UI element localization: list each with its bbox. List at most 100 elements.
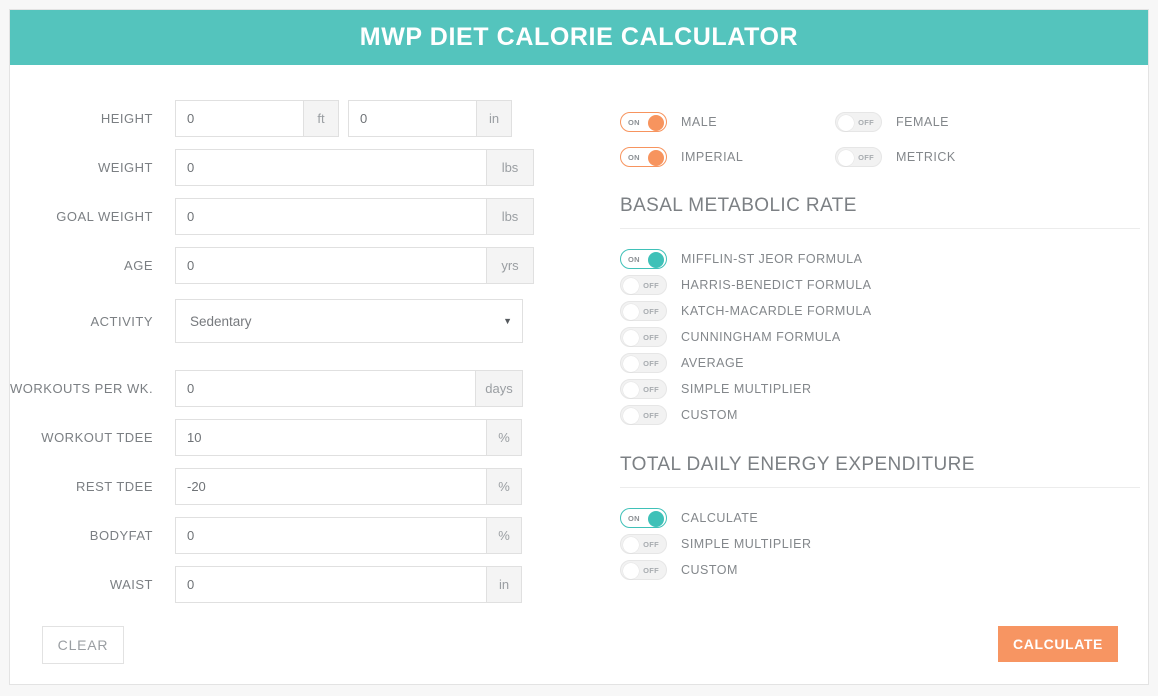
height-feet-input[interactable] (175, 100, 303, 137)
toggle-tdee-simple-multiplier-knob (623, 537, 639, 553)
weight-group: lbs (175, 149, 534, 186)
height-inches-group: in (348, 100, 512, 137)
toggle-average-knob (623, 356, 639, 372)
toggle-katch-macardle-knob (623, 304, 639, 320)
label-rest-tdee: REST TDEE (76, 479, 153, 494)
toggle-imperial-state: ON (628, 153, 640, 162)
bmr-option-average: OFF AVERAGE (620, 350, 1140, 376)
toggle-female-label: FEMALE (896, 115, 950, 129)
workouts-input[interactable] (175, 370, 475, 407)
toggle-tdee-custom-knob (623, 563, 639, 579)
tdee-option-simple-multiplier: OFF SIMPLE MULTIPLIER (620, 531, 1140, 557)
bmr-option-custom: OFF CUSTOM (620, 402, 1140, 428)
workout-tdee-suffix: % (486, 419, 522, 456)
bmr-label-mifflin: MIFFLIN-ST JEOR FORMULA (681, 252, 863, 266)
toggle-metric-wrap: OFF METRICK (835, 147, 956, 167)
toggle-male-wrap: ON MALE (620, 112, 835, 132)
tdee-label-calculate: CALCULATE (681, 511, 759, 525)
waist-input[interactable] (175, 566, 486, 603)
toggle-bmr-custom-state: OFF (643, 411, 659, 420)
waist-suffix: in (486, 566, 522, 603)
section-heading-bmr: BASAL METABOLIC RATE (620, 195, 1140, 229)
clear-button[interactable]: CLEAR (42, 626, 124, 664)
bmr-label-custom: CUSTOM (681, 408, 738, 422)
toggle-katch-macardle-state: OFF (643, 307, 659, 316)
label-height: HEIGHT (100, 111, 153, 126)
app-root: MWP DIET CALORIE CALCULATOR HEIGHT ft in (0, 0, 1158, 696)
toggle-tdee-calculate[interactable]: ON (620, 508, 667, 528)
toggle-harris-benedict[interactable]: OFF (620, 275, 667, 295)
height-inches-input[interactable] (348, 100, 476, 137)
label-waist: WAIST (109, 577, 153, 592)
bmr-label-harris-benedict: HARRIS-BENEDICT FORMULA (681, 278, 872, 292)
calculate-button[interactable]: CALCULATE (998, 626, 1118, 662)
tdee-option-calculate: ON CALCULATE (620, 505, 1140, 531)
workout-tdee-group: % (175, 419, 522, 456)
tdee-label-custom: CUSTOM (681, 563, 738, 577)
weight-suffix: lbs (486, 149, 534, 186)
workout-tdee-input[interactable] (175, 419, 486, 456)
toggle-bmr-simple-multiplier-state: OFF (643, 385, 659, 394)
weight-input[interactable] (175, 149, 486, 186)
bmr-label-simple-multiplier: SIMPLE MULTIPLIER (681, 382, 812, 396)
toggle-cunningham[interactable]: OFF (620, 327, 667, 347)
toggle-male-knob (648, 115, 664, 131)
tdee-option-custom: OFF CUSTOM (620, 557, 1140, 583)
toggle-female-wrap: OFF FEMALE (835, 112, 949, 132)
form-body: HEIGHT ft in WEIGHT lbs (10, 66, 1148, 684)
workouts-group: days (175, 370, 523, 407)
field-row-bodyfat: BODYFAT % (10, 517, 590, 554)
toggle-tdee-calculate-state: ON (628, 514, 640, 523)
toggle-tdee-custom[interactable]: OFF (620, 560, 667, 580)
label-workout-tdee: WORKOUT TDEE (41, 430, 153, 445)
toggle-female[interactable]: OFF (835, 112, 882, 132)
units-toggle-row: ON IMPERIAL OFF METRICK (620, 145, 1140, 169)
toggle-mifflin-knob (648, 252, 664, 268)
toggle-cunningham-state: OFF (643, 333, 659, 342)
activity-select[interactable]: Sedentary (175, 299, 523, 343)
toggle-metric[interactable]: OFF (835, 147, 882, 167)
bmr-option-katch-macardle: OFF KATCH-MACARDLE FORMULA (620, 298, 1140, 324)
height-feet-group: ft (175, 100, 339, 137)
toggle-tdee-simple-multiplier[interactable]: OFF (620, 534, 667, 554)
toggle-tdee-calculate-knob (648, 511, 664, 527)
activity-select-wrap: Sedentary ▼ (175, 299, 523, 343)
field-row-height: HEIGHT ft in (10, 100, 590, 137)
bmr-option-harris-benedict: OFF HARRIS-BENEDICT FORMULA (620, 272, 1140, 298)
rest-tdee-group: % (175, 468, 522, 505)
toggle-bmr-simple-multiplier[interactable]: OFF (620, 379, 667, 399)
waist-group: in (175, 566, 522, 603)
toggle-imperial[interactable]: ON (620, 147, 667, 167)
bmr-option-list: ON MIFFLIN-ST JEOR FORMULA OFF HARRIS-BE… (620, 246, 1140, 428)
toggle-average[interactable]: OFF (620, 353, 667, 373)
toggle-male-state: ON (628, 118, 640, 127)
label-age: AGE (124, 258, 153, 273)
toggle-metric-state: OFF (858, 153, 874, 162)
toggle-katch-macardle[interactable]: OFF (620, 301, 667, 321)
bodyfat-group: % (175, 517, 522, 554)
age-input[interactable] (175, 247, 486, 284)
page-title: MWP DIET CALORIE CALCULATOR (359, 23, 799, 51)
goal-weight-input[interactable] (175, 198, 486, 235)
bodyfat-input[interactable] (175, 517, 486, 554)
bmr-option-cunningham: OFF CUNNINGHAM FORMULA (620, 324, 1140, 350)
toggle-bmr-custom[interactable]: OFF (620, 405, 667, 425)
bmr-label-cunningham: CUNNINGHAM FORMULA (681, 330, 841, 344)
age-group: yrs (175, 247, 534, 284)
height-inches-suffix: in (476, 100, 512, 137)
toggle-mifflin[interactable]: ON (620, 249, 667, 269)
bmr-option-simple-multiplier: OFF SIMPLE MULTIPLIER (620, 376, 1140, 402)
right-options-column: ON MALE OFF FEMALE ON IMPERIAL OFF METRI… (620, 66, 1140, 583)
field-row-goal-weight: GOAL WEIGHT lbs (10, 198, 590, 235)
field-row-activity: ACTIVITY Sedentary ▼ (10, 299, 590, 343)
toggle-imperial-label: IMPERIAL (681, 150, 744, 164)
label-goal-weight: GOAL WEIGHT (56, 209, 153, 224)
bmr-label-katch-macardle: KATCH-MACARDLE FORMULA (681, 304, 872, 318)
toggle-bmr-simple-multiplier-knob (623, 382, 639, 398)
toggle-tdee-simple-multiplier-state: OFF (643, 540, 659, 549)
field-row-waist: WAIST in (10, 566, 590, 603)
app-header: MWP DIET CALORIE CALCULATOR (10, 10, 1148, 65)
rest-tdee-input[interactable] (175, 468, 486, 505)
toggle-harris-benedict-knob (623, 278, 639, 294)
toggle-male[interactable]: ON (620, 112, 667, 132)
